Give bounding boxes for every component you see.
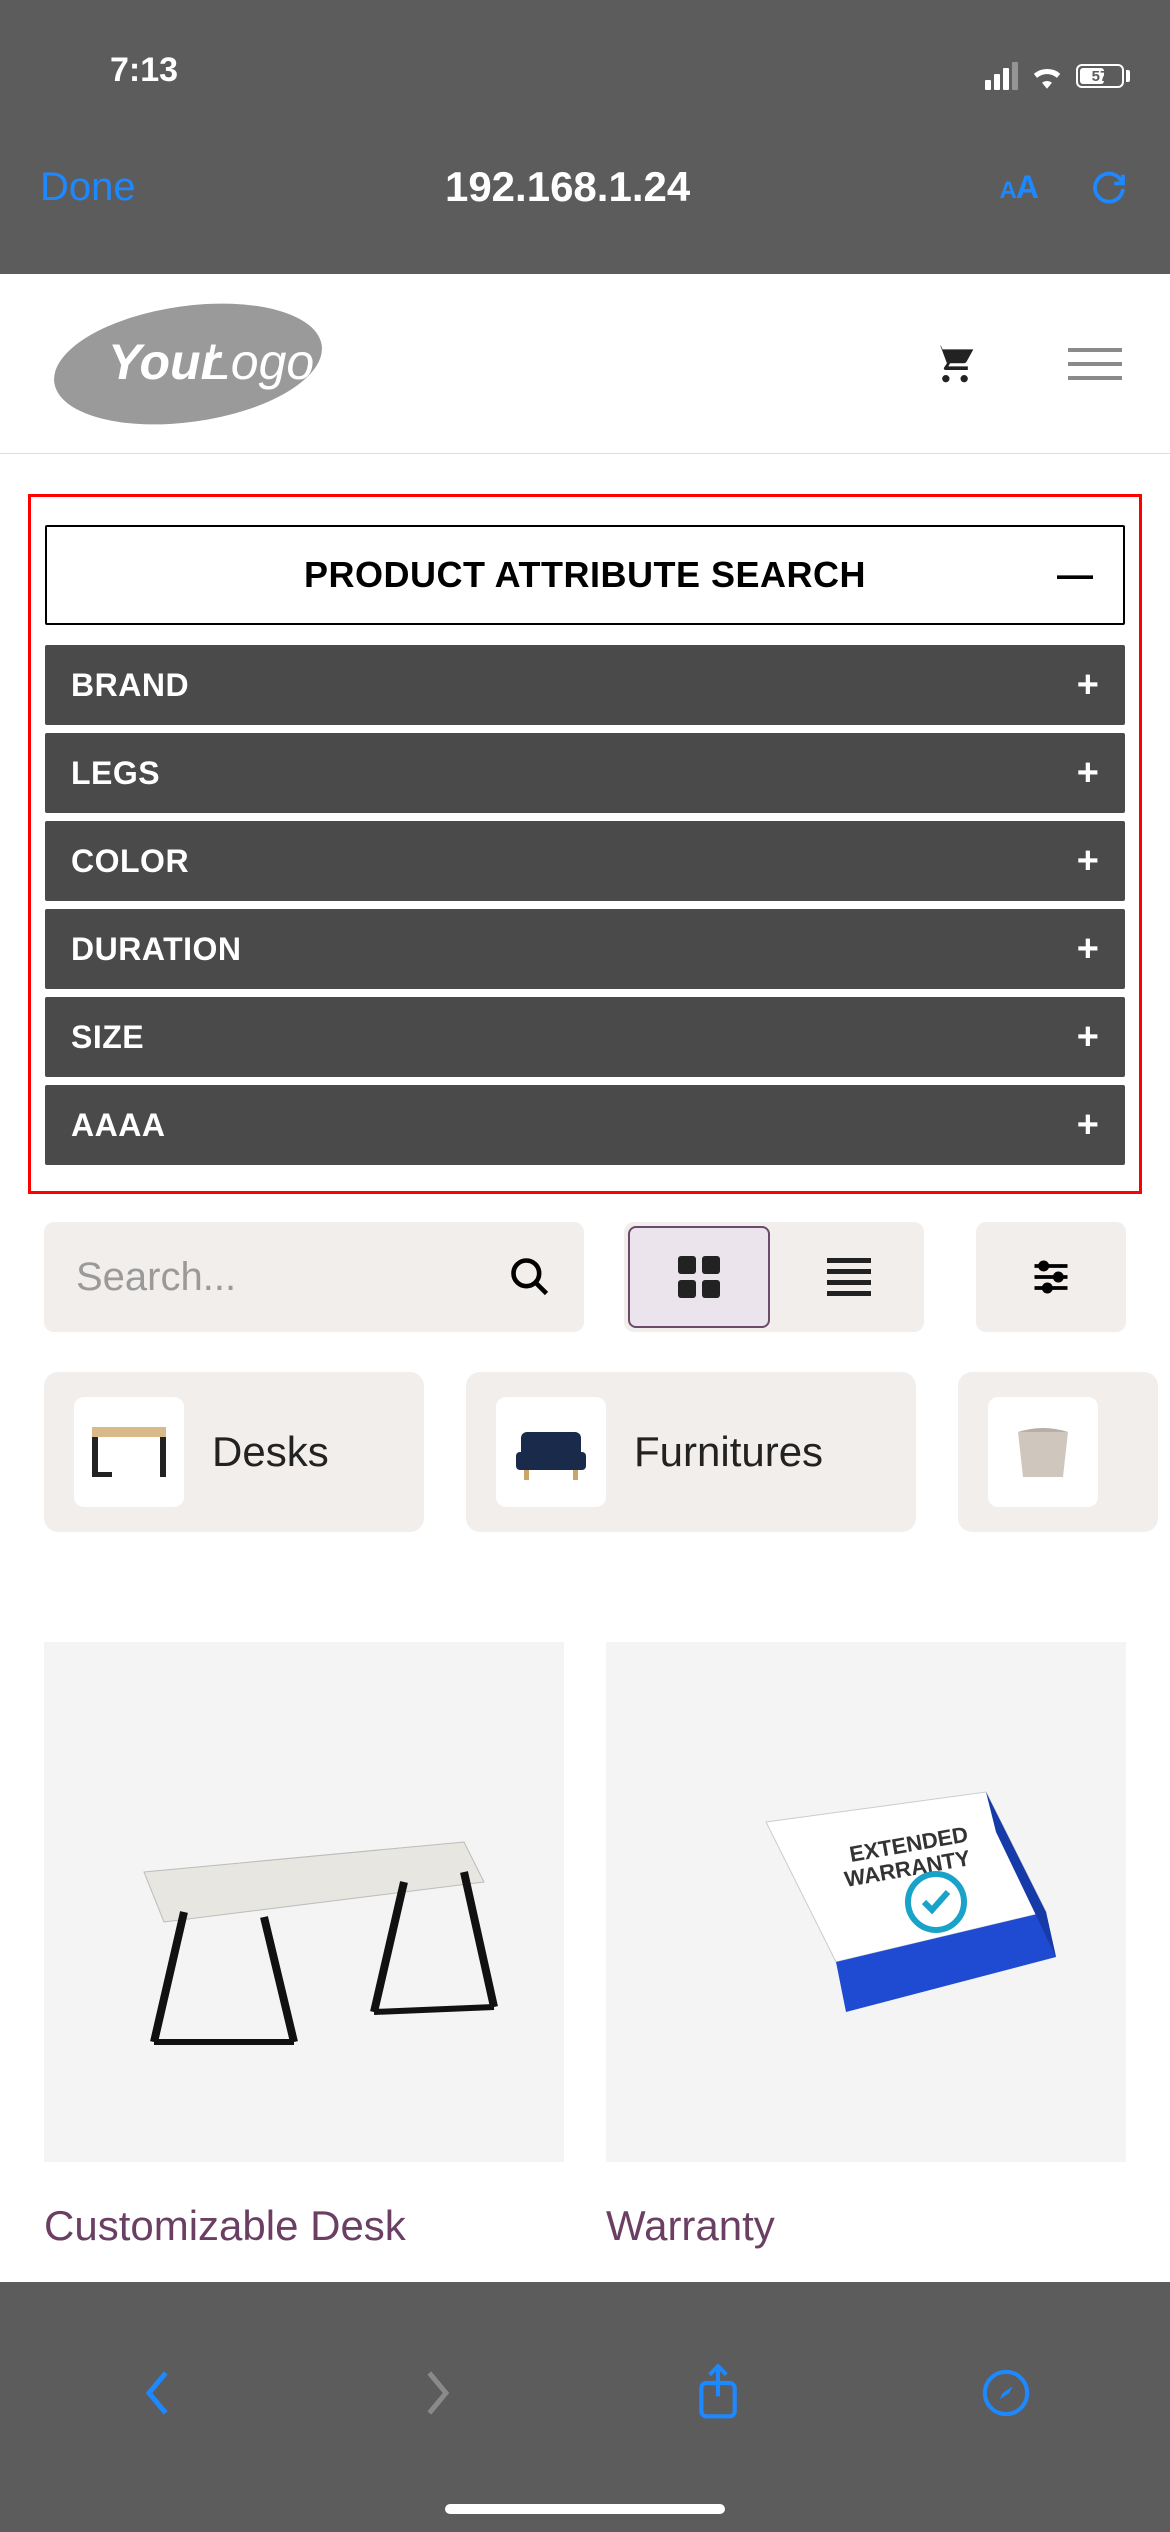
filter-size[interactable]: SIZE+ [45,997,1125,1077]
plus-icon: + [1077,752,1099,795]
plus-icon: + [1077,1016,1099,1059]
svg-text:Logo: Logo [203,334,314,390]
product-grid: Customizable Desk $ 750.00 EXTENDED WARR… [0,1532,1170,2328]
back-button[interactable] [139,2365,179,2421]
filter-duration[interactable]: DURATION+ [45,909,1125,989]
product-image [44,1642,564,2162]
collapse-icon: — [1057,554,1093,596]
category-more[interactable] [958,1372,1158,1532]
site-header: Your Logo [0,274,1170,454]
url-label[interactable]: 192.168.1.24 [156,163,980,211]
plus-icon: + [1077,840,1099,883]
filters-button[interactable] [976,1222,1126,1332]
grid-view-button[interactable] [628,1226,770,1328]
attribute-search-header[interactable]: PRODUCT ATTRIBUTE SEARCH — [45,525,1125,625]
plus-icon: + [1077,928,1099,971]
cellular-icon [985,62,1018,90]
status-time: 7:13 [110,51,178,90]
category-thumb [988,1397,1098,1507]
filter-legs[interactable]: LEGS+ [45,733,1125,813]
filter-brand[interactable]: BRAND+ [45,645,1125,725]
safari-toolbar [0,2282,1170,2532]
safari-button[interactable] [980,2367,1032,2419]
category-label: Furnitures [634,1428,823,1476]
category-label: Desks [212,1428,329,1476]
category-thumb [496,1397,606,1507]
menu-button[interactable] [1068,348,1122,380]
site-logo[interactable]: Your Logo [48,299,328,429]
grid-icon [678,1256,720,1298]
product-image: EXTENDED WARRANTY [606,1642,1126,2162]
category-furnitures[interactable]: Furnitures [466,1372,916,1532]
list-view-button[interactable] [774,1222,924,1332]
text-size-button[interactable]: AA [1000,169,1038,206]
battery-icon: 57 [1076,64,1130,88]
home-indicator[interactable] [445,2504,725,2514]
category-chips: Desks Furnitures [0,1332,1170,1532]
search-input[interactable] [76,1255,456,1300]
controls-row [0,1194,1170,1332]
forward-button [416,2365,456,2421]
safari-nav-bar: Done 192.168.1.24 AA [0,100,1170,274]
product-title: Customizable Desk [44,2202,564,2250]
attribute-search-title: PRODUCT ATTRIBUTE SEARCH [304,554,866,596]
share-button[interactable] [693,2363,743,2423]
filter-color[interactable]: COLOR+ [45,821,1125,901]
category-thumb [74,1397,184,1507]
product-card[interactable]: EXTENDED WARRANTY Warranty $ 20.00 [606,1642,1126,2328]
attribute-search-panel: PRODUCT ATTRIBUTE SEARCH — BRAND+ LEGS+ … [28,494,1142,1194]
ios-status-bar: 7:13 57 [0,0,1170,100]
cart-icon[interactable] [932,342,978,386]
filter-aaaa[interactable]: AAAA+ [45,1085,1125,1165]
category-desks[interactable]: Desks [44,1372,424,1532]
search-box[interactable] [44,1222,584,1332]
list-icon [827,1258,871,1296]
wifi-icon [1030,63,1064,89]
status-indicators: 57 [985,62,1130,90]
sliders-icon [1029,1255,1073,1299]
plus-icon: + [1077,664,1099,707]
product-title: Warranty [606,2202,1126,2250]
done-button[interactable]: Done [40,165,136,210]
view-toggle [624,1222,924,1332]
search-icon[interactable] [508,1255,552,1299]
reload-icon[interactable] [1088,166,1130,208]
plus-icon: + [1077,1104,1099,1147]
product-card[interactable]: Customizable Desk $ 750.00 [44,1642,564,2328]
